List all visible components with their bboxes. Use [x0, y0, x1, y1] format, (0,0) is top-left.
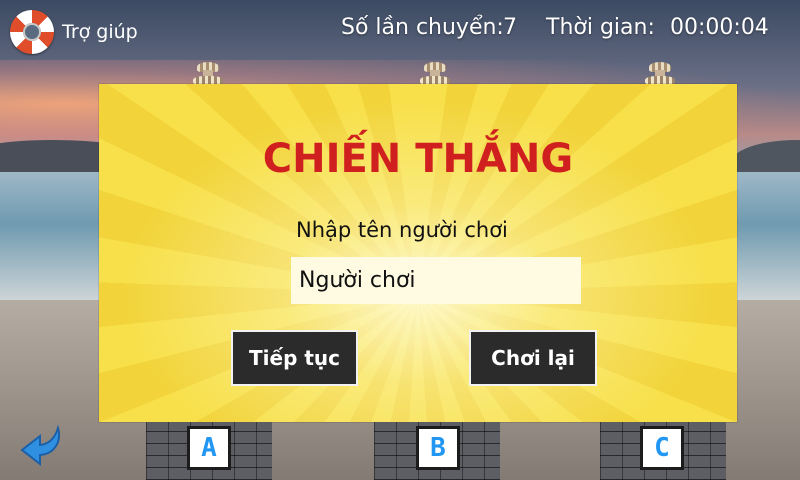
player-name-input[interactable] [291, 257, 581, 304]
victory-title: CHIẾN THẮNG [262, 136, 574, 182]
rod-top-a [193, 62, 223, 86]
peg-b-button[interactable]: B [416, 426, 460, 470]
help-label: Trợ giúp [62, 21, 138, 43]
moves-value: 7 [503, 15, 517, 40]
moves-label: Số lần chuyển: [341, 15, 504, 40]
lifebuoy-icon[interactable] [10, 10, 54, 54]
peg-c-button[interactable]: C [640, 426, 684, 470]
player-name-prompt: Nhập tên người chơi [296, 218, 508, 242]
time-label: Thời gian: [546, 15, 655, 40]
continue-button[interactable]: Tiếp tục [231, 330, 358, 386]
help-button[interactable]: Trợ giúp [10, 10, 138, 54]
dialog-sunburst [99, 84, 737, 422]
back-arrow-icon[interactable] [18, 422, 66, 470]
peg-a-button[interactable]: A [187, 426, 231, 470]
time-value: 00:00:04 [670, 15, 769, 40]
replay-button[interactable]: Chơi lại [469, 330, 597, 386]
top-bar: Trợ giúp Số lần chuyển: 7 Thời gian: 00:… [0, 0, 800, 60]
victory-dialog: CHIẾN THẮNG Nhập tên người chơi Tiếp tục… [99, 84, 737, 422]
rod-top-c [645, 62, 675, 86]
rod-top-b [420, 62, 450, 86]
